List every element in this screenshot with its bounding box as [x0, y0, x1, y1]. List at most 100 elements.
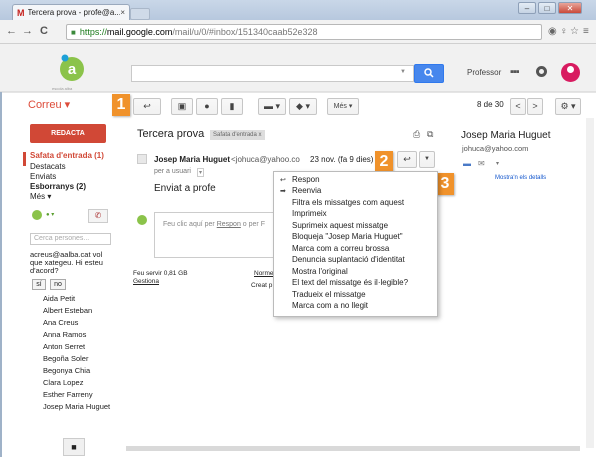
folder-sent[interactable]: Enviats — [30, 172, 56, 181]
back-arrow-icon[interactable]: ← — [6, 25, 17, 37]
sender-name[interactable]: Josep Maria Huguet — [154, 155, 230, 164]
header-divider — [0, 92, 596, 93]
forward-arrow-icon[interactable]: → — [22, 25, 33, 37]
older-button[interactable]: > — [527, 98, 543, 115]
message-date: 23 nov. (fa 9 dies) — [310, 155, 374, 164]
menu-item-garbled[interactable]: El text del missatge és il·legible? — [292, 278, 408, 287]
minimize-button[interactable]: – — [518, 2, 536, 14]
folder-inbox[interactable]: Safata d'entrada (1) — [30, 151, 104, 160]
print-icon[interactable]: ⎙ — [413, 129, 420, 140]
horizontal-scrollbar[interactable] — [126, 446, 580, 451]
browser-tab[interactable]: M Tercera prova - profe@a... × — [12, 4, 130, 20]
gmail-icon: M — [17, 7, 25, 18]
newer-button[interactable]: < — [510, 98, 526, 115]
more-button[interactable]: Més ▾ — [327, 98, 359, 115]
move-to-button[interactable]: ▬ ▾ — [258, 98, 286, 115]
search-input[interactable] — [131, 65, 414, 82]
vertical-scrollbar[interactable] — [586, 118, 594, 448]
labels-button[interactable]: ◆ ▾ — [289, 98, 317, 115]
invite-decline-button[interactable]: no — [50, 279, 66, 290]
footer-created: Creat p — [251, 282, 273, 289]
chat-bubble-icon[interactable]: ■ — [63, 438, 85, 456]
show-details-link[interactable]: Mostra'n els detalls — [495, 175, 546, 181]
chat-icon[interactable]: ▬ — [463, 159, 471, 168]
menu-item-show-original[interactable]: Mostra l'original — [292, 267, 348, 276]
contact-card-name: Josep Maria Huguet — [461, 130, 551, 141]
folder-drafts[interactable]: Esborranys (2) — [30, 182, 86, 191]
delete-button[interactable]: ▮ — [221, 98, 243, 115]
contact-item[interactable]: Josep Maria Huguet — [43, 402, 110, 411]
menu-item-filter[interactable]: Filtra els missatges com aquest — [292, 198, 404, 207]
search-options-icon[interactable]: ▼ — [400, 69, 406, 75]
contact-item[interactable]: Aida Petit — [43, 294, 75, 303]
menu-item-forward[interactable]: Reenvia — [292, 186, 321, 195]
contact-item[interactable]: Anna Ramos — [43, 330, 86, 339]
callout-2: 2 — [375, 151, 393, 173]
contact-item[interactable]: Esther Farreny — [43, 390, 93, 399]
search-button[interactable] — [414, 64, 444, 83]
folder-more[interactable]: Més ▾ — [30, 192, 51, 201]
window-left-border — [0, 92, 2, 457]
app-switcher[interactable]: Correu ▾ — [28, 98, 70, 111]
compose-button[interactable]: REDACTA — [30, 124, 106, 143]
trash-icon: ▮ — [229, 101, 235, 111]
contact-item[interactable]: Clara Lopez — [43, 378, 83, 387]
back-to-inbox-button[interactable]: ↩ — [133, 98, 161, 115]
more-actions-button[interactable]: ▼ — [419, 151, 435, 168]
contact-item[interactable]: Begoña Soler — [43, 354, 88, 363]
phone-icon[interactable]: ✆ — [88, 209, 108, 223]
contact-item[interactable]: Anton Serret — [43, 342, 85, 351]
chat-status-icon[interactable] — [32, 210, 42, 220]
menu-icon[interactable]: ≡ — [583, 26, 589, 37]
new-tab-button[interactable] — [130, 8, 150, 20]
chevron-down-icon[interactable]: ▾ — [496, 160, 499, 167]
school-logo[interactable]: a — [55, 52, 89, 86]
url-domain: mail.google.com — [106, 27, 173, 37]
avatar[interactable] — [561, 63, 580, 82]
contact-item[interactable]: Begonya Chia — [43, 366, 90, 375]
star-icon[interactable]: ☆ — [570, 26, 579, 37]
storage-usage: Feu servir 0,81 GB — [133, 270, 188, 277]
menu-item-phishing[interactable]: Denuncia suplantació d'identitat — [292, 255, 405, 264]
folder-starred[interactable]: Destacats — [30, 162, 66, 171]
envelope-icon[interactable]: ✉ — [478, 159, 485, 168]
new-window-icon[interactable]: ⧉ — [427, 129, 433, 140]
label-text: Safata d'entrada — [213, 132, 257, 138]
terms-link[interactable]: Norme — [254, 270, 274, 277]
notifications-icon[interactable] — [536, 66, 547, 77]
close-window-button[interactable]: ✕ — [558, 2, 582, 14]
window-controls: – □ ✕ — [518, 2, 582, 14]
chat-status-dropdown-icon[interactable]: ● ▾ — [46, 211, 54, 218]
invite-accept-button[interactable]: sí — [32, 279, 46, 290]
people-search-input[interactable]: Cerca persones... — [30, 233, 111, 245]
label-remove-icon[interactable]: x — [259, 132, 262, 138]
apps-grid-icon[interactable]: ▪▪▪ — [510, 66, 520, 78]
recipient-line[interactable]: per a usuari — [154, 168, 191, 175]
contact-item[interactable]: Ana Creus — [43, 318, 78, 327]
menu-item-translate[interactable]: Tradueix el missatge — [292, 290, 366, 299]
reload-icon[interactable]: C — [40, 25, 48, 37]
tab-close-icon[interactable]: × — [120, 8, 125, 17]
reply-button[interactable]: ↩ — [397, 151, 417, 168]
maximize-button[interactable]: □ — [538, 2, 556, 14]
eye-icon[interactable]: ◉ — [548, 26, 557, 37]
pagination-count: 8 de 30 — [477, 100, 504, 109]
report-spam-button[interactable]: ● — [196, 98, 218, 115]
contact-item[interactable]: Albert Esteban — [43, 306, 92, 315]
folder-icon: ▬ ▾ — [263, 101, 281, 111]
reply-link[interactable]: Respon — [217, 221, 241, 228]
menu-item-mark-unread[interactable]: Marca com a no llegit — [292, 301, 368, 310]
user-name[interactable]: Professor — [467, 68, 501, 77]
menu-item-print[interactable]: Imprimeix — [292, 209, 327, 218]
settings-button[interactable]: ⚙ ▾ — [555, 98, 581, 115]
address-bar[interactable]: ■ https://mail.google.com/mail/u/0/#inbo… — [66, 24, 542, 40]
menu-item-spam[interactable]: Marca com a correu brossa — [292, 244, 389, 253]
manage-storage-link[interactable]: Gestiona — [133, 278, 159, 285]
archive-button[interactable]: ▣ — [171, 98, 193, 115]
chevron-down-icon: ▼ — [424, 156, 430, 162]
menu-item-delete[interactable]: Suprimeix aquest missatge — [292, 221, 388, 230]
menu-item-block[interactable]: Bloqueja "Josep Maria Huguet" — [292, 232, 403, 241]
recipient-details-icon[interactable]: ▾ — [197, 168, 205, 177]
menu-item-reply[interactable]: Respon — [292, 175, 320, 184]
mic-icon[interactable]: ♀ — [560, 26, 568, 37]
